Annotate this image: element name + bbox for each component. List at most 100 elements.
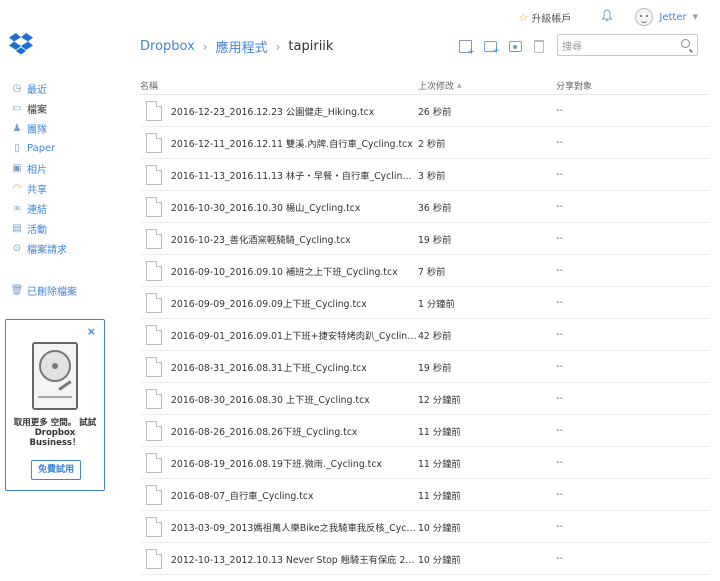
file-name[interactable]: 2012-10-13_2012.10.13 Never Stop 翹騎王有保庇 … bbox=[171, 552, 417, 566]
shared-with: -- bbox=[556, 265, 563, 276]
dropbox-logo[interactable] bbox=[9, 33, 33, 57]
file-icon bbox=[146, 548, 162, 569]
sidebar-item-label: 檔案 bbox=[27, 104, 47, 116]
shared-with: -- bbox=[556, 169, 563, 180]
files-icon: ▭ bbox=[12, 102, 22, 114]
shared-with: -- bbox=[556, 553, 563, 564]
search-input[interactable] bbox=[558, 37, 668, 58]
table-row[interactable]: 2016-11-13_2016.11.13 林子・早餐・自行車_Cycling.… bbox=[140, 159, 710, 191]
sidebar-item-events[interactable]: ▤ 活動 bbox=[11, 218, 111, 238]
file-icon bbox=[146, 196, 162, 217]
file-name[interactable]: 2013-03-09_2013媽祖萬人樂Bike之我騎車我反核_Cycling.… bbox=[171, 520, 417, 534]
file-icon bbox=[146, 292, 162, 313]
promo-text: 取用更多 空間。 試試 Dropbox Business！ bbox=[13, 418, 97, 448]
free-trial-button[interactable]: 免費試用 bbox=[31, 460, 81, 480]
file-name[interactable]: 2016-12-11_2016.12.11 雙溪.內牌.自行車_Cycling.… bbox=[171, 136, 413, 150]
column-header-modified-label: 上次修改 bbox=[418, 82, 455, 92]
new-folder-icon[interactable] bbox=[484, 41, 500, 56]
sidebar-item-deleted-files[interactable]: 🗑 已刪除檔案 bbox=[11, 280, 111, 300]
events-icon: ▤ bbox=[12, 222, 22, 234]
file-name-cell: 2012-10-13_2012.10.13 Never Stop 翹騎王有保庇 … bbox=[140, 548, 418, 569]
sidebar-item-paper[interactable]: ▯ Paper bbox=[11, 138, 111, 158]
table-row[interactable]: 2016-08-31_2016.08.31上下班_Cycling.tcx 19 秒… bbox=[140, 351, 710, 383]
modified-time: 1 分鐘前 bbox=[418, 298, 455, 310]
toolbar bbox=[459, 40, 544, 57]
file-name-cell: 2016-11-13_2016.11.13 林子・早餐・自行車_Cycling.… bbox=[140, 164, 418, 185]
notification-bell-icon[interactable] bbox=[601, 9, 613, 25]
file-name[interactable]: 2016-09-01_2016.09.01上下班+捷安特烤肉趴_Cycling.… bbox=[171, 328, 417, 342]
trash-icon[interactable] bbox=[534, 40, 544, 53]
table-row[interactable]: 2016-12-23_2016.12.23 公園健走_Hiking.tcx 26 … bbox=[140, 95, 710, 127]
table-row[interactable]: 2016-10-23_善化酒窯輕騎騎_Cycling.tcx 19 秒前 -- bbox=[140, 223, 710, 255]
shared-with: -- bbox=[556, 297, 563, 308]
search-icon[interactable] bbox=[681, 39, 690, 48]
table-row[interactable]: 2016-09-10_2016.09.10 補班之上下班_Cycling.tcx… bbox=[140, 255, 710, 287]
file-icon bbox=[146, 324, 162, 345]
file-name[interactable]: 2016-10-23_善化酒窯輕騎騎_Cycling.tcx bbox=[171, 232, 351, 246]
file-name[interactable]: 2016-08-19_2016.08.19下班.微雨._Cycling.tcx bbox=[171, 456, 382, 470]
table-row[interactable]: 2016-08-07_自行車_Cycling.tcx 11 分鐘前 -- bbox=[140, 479, 710, 511]
chevron-right-icon: › bbox=[202, 39, 208, 54]
modified-time: 19 秒前 bbox=[418, 362, 452, 374]
file-icon bbox=[146, 388, 162, 409]
avatar bbox=[635, 8, 654, 26]
file-name[interactable]: 2016-08-31_2016.08.31上下班_Cycling.tcx bbox=[171, 360, 367, 374]
table-row[interactable]: 2016-08-19_2016.08.19下班.微雨._Cycling.tcx 1… bbox=[140, 447, 710, 479]
breadcrumb: Dropbox › 應用程式 › tapiriik bbox=[140, 37, 333, 56]
file-name[interactable]: 2016-11-13_2016.11.13 林子・早餐・自行車_Cycling.… bbox=[171, 168, 417, 182]
table-row[interactable]: 2016-12-11_2016.12.11 雙溪.內牌.自行車_Cycling.… bbox=[140, 127, 710, 159]
sidebar-item-links[interactable]: ∞ 連結 bbox=[11, 198, 111, 218]
shared-with: -- bbox=[556, 489, 563, 500]
new-file-icon[interactable] bbox=[459, 40, 475, 57]
file-name[interactable]: 2016-08-07_自行車_Cycling.tcx bbox=[171, 488, 314, 502]
file-name-cell: 2016-09-01_2016.09.01上下班+捷安特烤肉趴_Cycling.… bbox=[140, 324, 418, 345]
sidebar-item-label: 連結 bbox=[27, 204, 47, 216]
breadcrumb-dropbox[interactable]: Dropbox bbox=[140, 39, 195, 54]
breadcrumb-apps[interactable]: 應用程式 bbox=[216, 37, 268, 56]
modified-time: 19 秒前 bbox=[418, 234, 452, 246]
file-icon bbox=[146, 516, 162, 537]
file-icon bbox=[146, 100, 162, 121]
sidebar-item-sharing[interactable]: ◠ 共享 bbox=[11, 178, 111, 198]
table-row[interactable]: 2016-09-01_2016.09.01上下班+捷安特烤肉趴_Cycling.… bbox=[140, 319, 710, 351]
file-name-cell: 2016-10-30_2016.10.30 楊山_Cycling.tcx bbox=[140, 196, 418, 217]
file-name[interactable]: 2016-08-26_2016.08.26下班_Cycling.tcx bbox=[171, 424, 357, 438]
table-row[interactable]: 2013-03-09_2013媽祖萬人樂Bike之我騎車我反核_Cycling.… bbox=[140, 511, 710, 543]
upgrade-account-link[interactable]: ☆ 升級帳戶 bbox=[519, 10, 572, 25]
page-title: tapiriik bbox=[288, 39, 334, 54]
column-header-modified[interactable]: 上次修改 ▲ bbox=[418, 79, 556, 92]
file-name[interactable]: 2016-12-23_2016.12.23 公園健走_Hiking.tcx bbox=[171, 104, 374, 118]
file-icon bbox=[146, 484, 162, 505]
modified-time: 11 分鐘前 bbox=[418, 426, 461, 438]
file-name[interactable]: 2016-10-30_2016.10.30 楊山_Cycling.tcx bbox=[171, 200, 360, 214]
sidebar-item-team[interactable]: ♟ 團隊 bbox=[11, 118, 111, 138]
table-row[interactable]: 2016-08-26_2016.08.26下班_Cycling.tcx 11 分鐘… bbox=[140, 415, 710, 447]
table-row[interactable]: 2012-10-13_2012.10.13 Never Stop 翹騎王有保庇 … bbox=[140, 543, 710, 575]
sidebar-item-file-requests[interactable]: ⊙ 檔案請求 bbox=[11, 238, 111, 258]
column-header-shared: 分享對象 bbox=[556, 82, 593, 92]
sidebar-item-label: 最近 bbox=[27, 84, 47, 96]
sidebar-item-photos[interactable]: ▣ 相片 bbox=[11, 158, 111, 178]
file-icon bbox=[146, 228, 162, 249]
sidebar-item-label: 相片 bbox=[27, 164, 47, 176]
upgrade-account-label: 升級帳戶 bbox=[531, 13, 572, 25]
file-name[interactable]: 2016-09-09_2016.09.09上下班_Cycling.tcx bbox=[171, 296, 367, 310]
file-name[interactable]: 2016-08-30_2016.08.30 上下班_Cycling.tcx bbox=[171, 392, 370, 406]
sidebar-item-label: 檔案請求 bbox=[27, 244, 67, 256]
column-header-name[interactable]: 名稱 bbox=[140, 79, 418, 92]
user-menu[interactable]: Jetter ▼ bbox=[635, 8, 698, 26]
close-icon[interactable]: × bbox=[87, 325, 96, 338]
shared-with: -- bbox=[556, 361, 563, 372]
sidebar-item-recent[interactable]: ◷ 最近 bbox=[11, 78, 111, 98]
file-icon bbox=[146, 356, 162, 377]
shared-folder-icon[interactable] bbox=[509, 41, 522, 52]
table-row[interactable]: 2016-10-30_2016.10.30 楊山_Cycling.tcx 36 秒… bbox=[140, 191, 710, 223]
table-row[interactable]: 2016-08-30_2016.08.30 上下班_Cycling.tcx 12 … bbox=[140, 383, 710, 415]
sidebar-item-files[interactable]: ▭ 檔案 bbox=[11, 98, 111, 118]
chevron-right-icon: › bbox=[275, 39, 281, 54]
file-icon bbox=[146, 420, 162, 441]
modified-time: 10 分鐘前 bbox=[418, 522, 461, 534]
table-row[interactable]: 2016-09-09_2016.09.09上下班_Cycling.tcx 1 分鐘… bbox=[140, 287, 710, 319]
sharing-icon: ◠ bbox=[12, 182, 22, 194]
file-name[interactable]: 2016-09-10_2016.09.10 補班之上下班_Cycling.tcx bbox=[171, 264, 398, 278]
